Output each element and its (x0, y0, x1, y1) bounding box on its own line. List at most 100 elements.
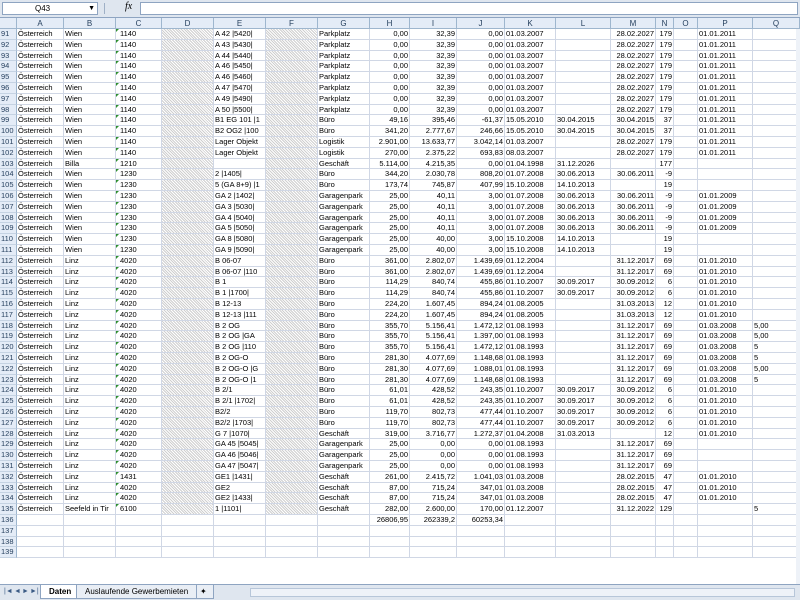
cell-f[interactable] (266, 201, 318, 213)
cell-c[interactable]: 4020 (116, 385, 162, 397)
cell-l[interactable] (556, 374, 611, 386)
cell-m[interactable]: 30.09.2012 (611, 277, 656, 289)
cell-g[interactable]: Büro (318, 277, 370, 289)
cell-i[interactable]: 32,39 (410, 61, 457, 73)
cell-m[interactable] (611, 536, 656, 548)
row-header[interactable]: 132 (0, 471, 17, 483)
cell-f[interactable] (266, 245, 318, 256)
cell-b[interactable]: Linz (64, 255, 116, 267)
cell-g[interactable]: Parkplatz (318, 61, 370, 73)
cell-b[interactable]: Wien (64, 212, 116, 224)
cell-f[interactable] (266, 353, 318, 364)
cell-b[interactable]: Linz (64, 450, 116, 461)
cell-m[interactable]: 31.12.2017 (611, 374, 656, 386)
cell-j[interactable]: 0,00 (457, 439, 505, 451)
cell-q[interactable] (753, 180, 800, 191)
cell-k[interactable] (505, 536, 556, 548)
cell-i[interactable]: 40,11 (410, 201, 457, 213)
cell-c[interactable]: 1140 (116, 72, 162, 83)
cell-o[interactable] (674, 407, 698, 418)
cell-p[interactable] (698, 547, 753, 559)
cell-o[interactable] (674, 61, 698, 73)
cell-k[interactable]: 01.03.2007 (505, 61, 556, 73)
cell-i[interactable]: 32,39 (410, 83, 457, 94)
cell-h[interactable]: 355,70 (370, 342, 410, 353)
cell-e[interactable]: B 2/1 |1702| (214, 396, 266, 407)
cell-l[interactable] (556, 493, 611, 505)
cell-f[interactable] (266, 471, 318, 483)
cell-g[interactable]: Büro (318, 266, 370, 278)
cell-c[interactable]: 1140 (116, 61, 162, 73)
cell-a[interactable]: Österreich (17, 504, 64, 515)
cell-a[interactable]: Österreich (17, 115, 64, 127)
cell-h[interactable] (370, 525, 410, 537)
cell-p[interactable] (698, 450, 753, 461)
cell-k[interactable]: 01.07.2008 (505, 191, 556, 202)
cell-b[interactable]: Wien (64, 50, 116, 62)
cell-o[interactable] (674, 299, 698, 310)
cell-n[interactable]: 37 (656, 115, 674, 127)
cell-m[interactable]: 30.09.2012 (611, 417, 656, 429)
cell-l[interactable] (556, 450, 611, 461)
cell-f[interactable] (266, 493, 318, 505)
cell-n[interactable]: 69 (656, 439, 674, 451)
cell-j[interactable]: 0,00 (457, 461, 505, 472)
cell-h[interactable]: 25,00 (370, 450, 410, 461)
cell-j[interactable]: 347,01 (457, 493, 505, 505)
row-header[interactable]: 129 (0, 439, 17, 451)
cell-m[interactable]: 31.12.2017 (611, 266, 656, 278)
cell-m[interactable]: 30.09.2012 (611, 288, 656, 299)
cell-h[interactable]: 0,00 (370, 29, 410, 40)
cell-l[interactable]: 30.09.2017 (556, 385, 611, 397)
cell-c[interactable]: 1140 (116, 126, 162, 137)
cell-e[interactable] (214, 547, 266, 559)
cell-q[interactable] (753, 515, 800, 526)
cell-n[interactable]: 69 (656, 266, 674, 278)
cell-i[interactable]: 40,11 (410, 212, 457, 224)
cell-l[interactable]: 30.06.2013 (556, 191, 611, 202)
cell-n[interactable]: -9 (656, 191, 674, 202)
cell-k[interactable]: 01.03.2007 (505, 83, 556, 94)
cell-e[interactable]: GA 8 |5080| (214, 234, 266, 245)
cell-c[interactable]: 1230 (116, 223, 162, 235)
cell-n[interactable]: 179 (656, 29, 674, 40)
cell-o[interactable] (674, 83, 698, 94)
cell-q[interactable] (753, 126, 800, 137)
cell-a[interactable]: Österreich (17, 39, 64, 51)
row-header[interactable]: 96 (0, 83, 17, 94)
cell-d[interactable] (162, 525, 214, 537)
cell-h[interactable]: 281,30 (370, 353, 410, 364)
row-header[interactable]: 116 (0, 299, 17, 310)
cell-p[interactable]: 01.01.2010 (698, 255, 753, 267)
cell-c[interactable] (116, 525, 162, 537)
cell-j[interactable]: 0,00 (457, 83, 505, 94)
cell-m[interactable]: 31.12.2017 (611, 363, 656, 375)
cell-e[interactable]: A 42 |5420| (214, 29, 266, 40)
cell-o[interactable] (674, 504, 698, 515)
cell-g[interactable]: Büro (318, 407, 370, 418)
cell-c[interactable]: 4020 (116, 450, 162, 461)
cell-o[interactable] (674, 39, 698, 51)
cell-n[interactable]: 69 (656, 353, 674, 364)
cell-a[interactable]: Österreich (17, 50, 64, 62)
cell-p[interactable]: 01.01.2010 (698, 471, 753, 483)
cell-h[interactable]: 61,01 (370, 396, 410, 407)
cell-d[interactable] (162, 180, 214, 191)
cell-l[interactable] (556, 266, 611, 278)
cell-n[interactable] (656, 515, 674, 526)
prev-sheet-icon[interactable]: ◄ (14, 588, 21, 595)
cell-q[interactable] (753, 309, 800, 321)
cell-l[interactable]: 31.03.2013 (556, 428, 611, 440)
cell-k[interactable] (505, 525, 556, 537)
cell-l[interactable]: 30.06.2013 (556, 201, 611, 213)
cell-n[interactable]: 6 (656, 417, 674, 429)
cell-h[interactable]: 0,00 (370, 72, 410, 83)
cell-p[interactable] (698, 525, 753, 537)
cell-o[interactable] (674, 428, 698, 440)
cell-d[interactable] (162, 201, 214, 213)
cell-a[interactable]: Österreich (17, 396, 64, 407)
cell-g[interactable]: Garagenpark (318, 234, 370, 245)
cell-e[interactable]: Lager Objekt (214, 137, 266, 148)
cell-f[interactable] (266, 277, 318, 289)
cell-m[interactable]: 30.06.2011 (611, 212, 656, 224)
